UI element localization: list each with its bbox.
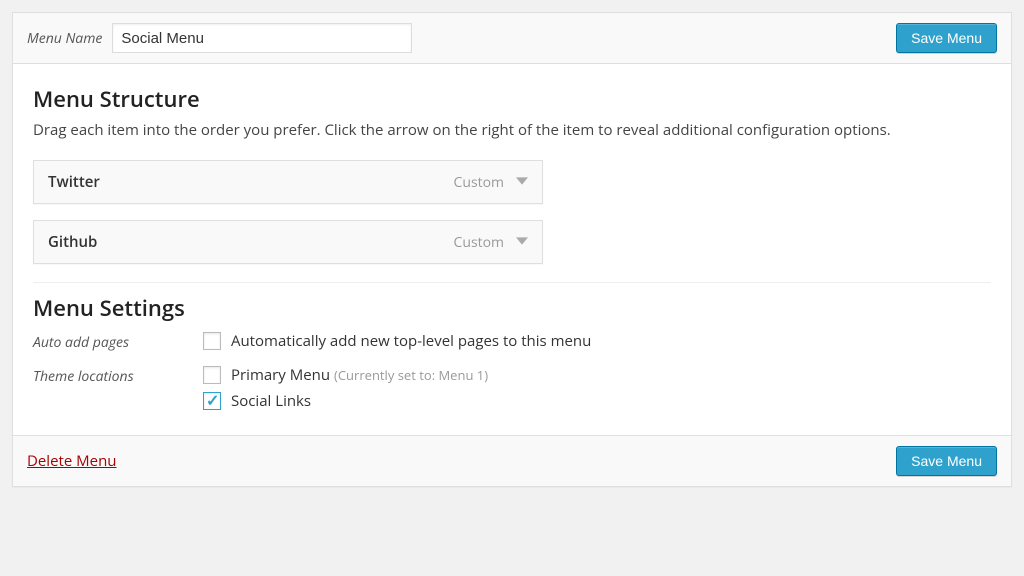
menu-structure-description: Drag each item into the order you prefer… <box>33 120 991 140</box>
menu-settings-heading: Menu Settings <box>33 293 991 323</box>
chevron-down-icon[interactable] <box>516 233 528 252</box>
location-label: Social Links <box>231 391 311 411</box>
divider <box>33 282 991 283</box>
panel-body: Menu Structure Drag each item into the o… <box>13 64 1011 417</box>
delete-menu-link[interactable]: Delete Menu <box>27 451 117 471</box>
chevron-down-icon[interactable] <box>516 173 528 192</box>
auto-add-pages-text: Automatically add new top-level pages to… <box>231 331 591 351</box>
menu-item-title: Github <box>48 232 97 252</box>
menu-item[interactable]: Twitter Custom <box>33 160 543 204</box>
auto-add-pages-label: Auto add pages <box>33 331 203 352</box>
location-hint: (Currently set to: Menu 1) <box>334 366 488 384</box>
panel-header: Menu Name Save Menu <box>13 13 1011 64</box>
save-menu-button-top[interactable]: Save Menu <box>896 23 997 53</box>
auto-add-pages-row: Auto add pages Automatically add new top… <box>33 331 991 357</box>
panel-footer: Delete Menu Save Menu <box>13 435 1011 486</box>
menu-item[interactable]: Github Custom <box>33 220 543 264</box>
menu-item-title: Twitter <box>48 172 100 192</box>
menu-name-label: Menu Name <box>27 29 102 48</box>
save-menu-button-bottom[interactable]: Save Menu <box>896 446 997 476</box>
menu-item-type: Custom <box>454 173 504 192</box>
location-social-checkbox[interactable] <box>203 392 221 410</box>
location-label: Primary Menu <box>231 365 330 385</box>
menu-structure-heading: Menu Structure <box>33 84 991 114</box>
location-primary-checkbox[interactable] <box>203 366 221 384</box>
menu-edit-panel: Menu Name Save Menu Menu Structure Drag … <box>12 12 1012 487</box>
auto-add-pages-checkbox[interactable] <box>203 332 221 350</box>
menu-name-input[interactable] <box>112 23 412 53</box>
theme-locations-row: Theme locations Primary Menu (Currently … <box>33 365 991 417</box>
menu-item-type: Custom <box>454 233 504 252</box>
theme-locations-label: Theme locations <box>33 365 203 386</box>
